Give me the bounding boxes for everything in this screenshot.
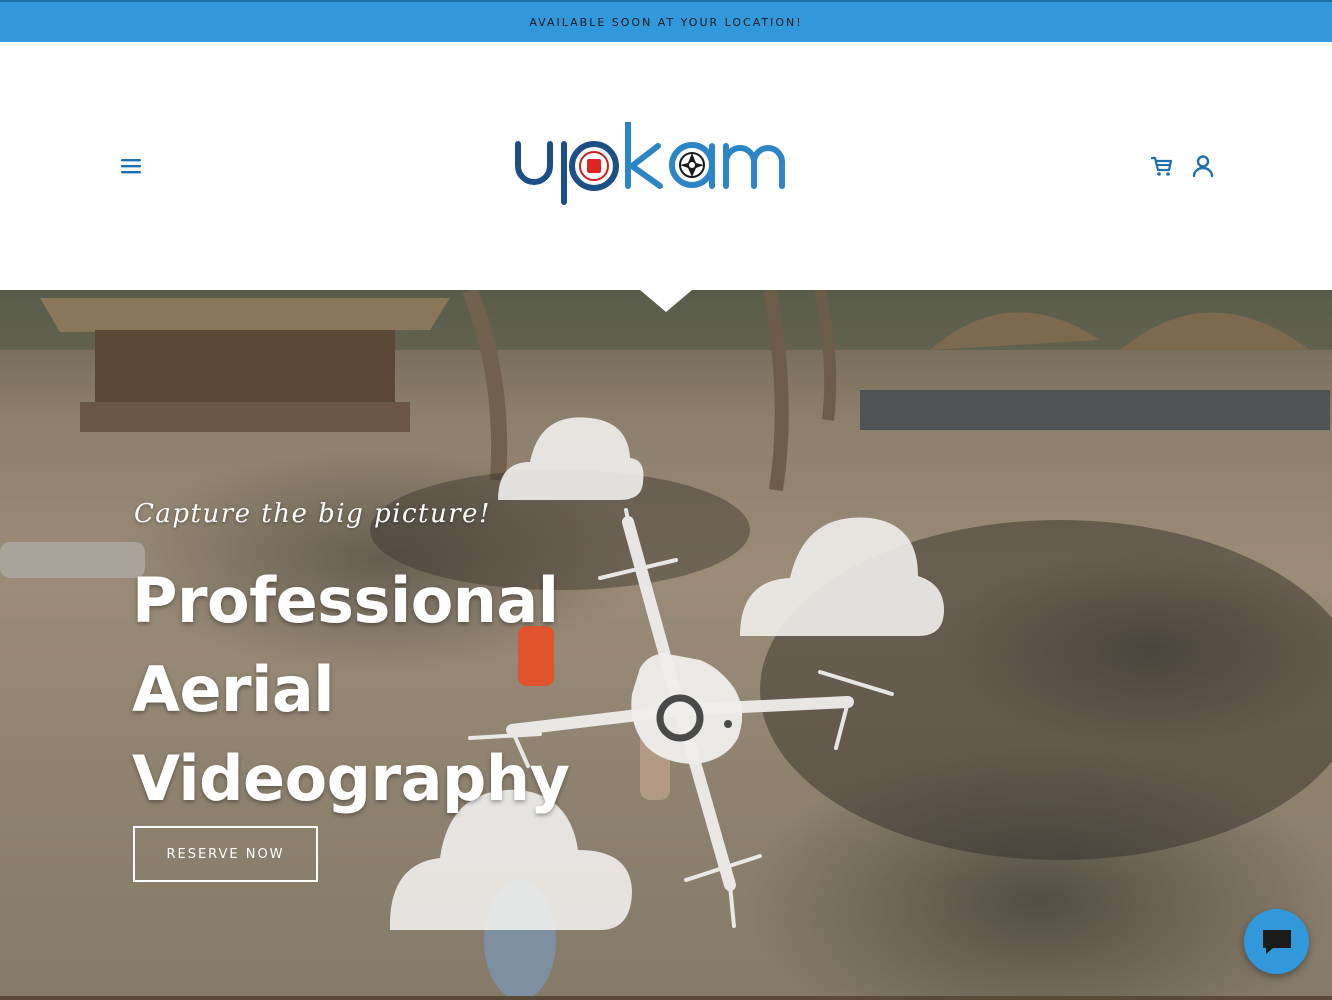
user-account-icon[interactable] <box>1190 153 1216 179</box>
announcement-bar: AVAILABLE SOON AT YOUR LOCATION! <box>0 0 1332 42</box>
reserve-now-button[interactable]: RESERVE NOW <box>133 826 318 882</box>
chat-bubble-icon[interactable] <box>1244 909 1309 974</box>
header-notch <box>640 290 692 312</box>
page-bottom-edge <box>0 996 1332 1000</box>
hero-headline-line-3: Videography <box>132 742 570 815</box>
hero-headline-line-1: Professional <box>132 564 559 637</box>
hero-headline-line-2: Aerial <box>132 653 334 726</box>
hero-headline: Professional Aerial Videography <box>132 556 570 823</box>
site-header <box>0 42 1332 290</box>
shopping-cart-icon[interactable] <box>1148 153 1174 179</box>
hamburger-menu-icon[interactable] <box>118 154 144 178</box>
reserve-now-label: RESERVE NOW <box>166 846 285 862</box>
hero-tagline: Capture the big picture! <box>134 499 492 529</box>
upkam-logo[interactable] <box>508 119 818 212</box>
announcement-text: AVAILABLE SOON AT YOUR LOCATION! <box>529 15 803 29</box>
